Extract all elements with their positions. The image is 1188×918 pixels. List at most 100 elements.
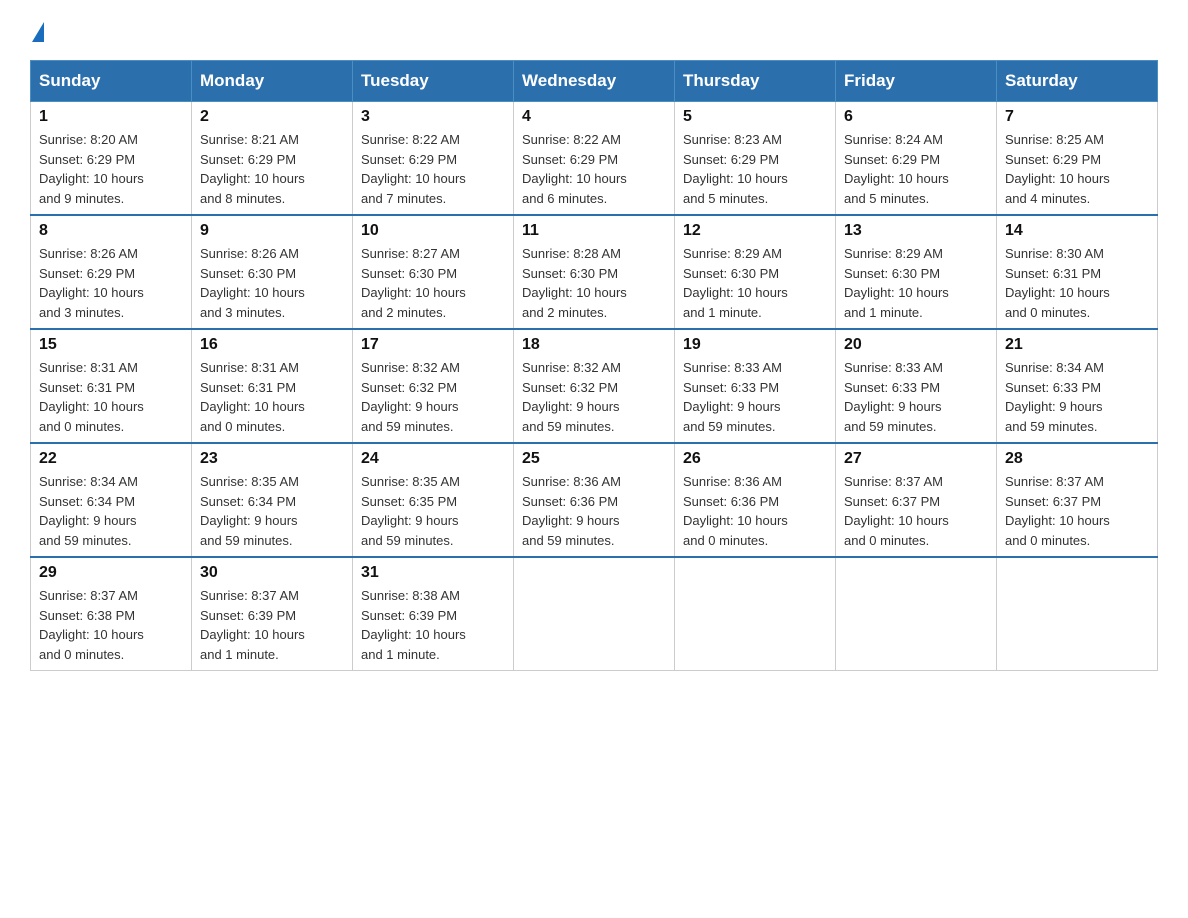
calendar-week-3: 15 Sunrise: 8:31 AMSunset: 6:31 PMDayligh… bbox=[31, 329, 1158, 443]
calendar-cell: 3 Sunrise: 8:22 AMSunset: 6:29 PMDaylight… bbox=[353, 102, 514, 216]
day-number: 3 bbox=[361, 108, 505, 126]
column-header-thursday: Thursday bbox=[675, 61, 836, 102]
day-info: Sunrise: 8:22 AMSunset: 6:29 PMDaylight:… bbox=[522, 130, 666, 208]
day-number: 6 bbox=[844, 108, 988, 126]
calendar-cell: 28 Sunrise: 8:37 AMSunset: 6:37 PMDayligh… bbox=[997, 443, 1158, 557]
day-number: 26 bbox=[683, 450, 827, 468]
calendar-cell: 13Sunrise: 8:29 AMSunset: 6:30 PMDayligh… bbox=[836, 215, 997, 329]
calendar-cell: 17 Sunrise: 8:32 AMSunset: 6:32 PMDayligh… bbox=[353, 329, 514, 443]
day-info: Sunrise: 8:37 AMSunset: 6:37 PMDaylight:… bbox=[844, 472, 988, 550]
day-number: 7 bbox=[1005, 108, 1149, 126]
day-number: 1 bbox=[39, 108, 183, 126]
day-info: Sunrise: 8:34 AMSunset: 6:34 PMDaylight:… bbox=[39, 472, 183, 550]
day-number: 21 bbox=[1005, 336, 1149, 354]
day-number: 15 bbox=[39, 336, 183, 354]
calendar-cell: 15 Sunrise: 8:31 AMSunset: 6:31 PMDayligh… bbox=[31, 329, 192, 443]
logo-triangle-icon bbox=[32, 22, 44, 42]
day-info: Sunrise: 8:26 AMSunset: 6:30 PMDaylight:… bbox=[200, 244, 344, 322]
day-number: 19 bbox=[683, 336, 827, 354]
day-info: Sunrise: 8:32 AMSunset: 6:32 PMDaylight:… bbox=[522, 358, 666, 436]
calendar-cell bbox=[514, 557, 675, 671]
day-info: Sunrise: 8:31 AMSunset: 6:31 PMDaylight:… bbox=[39, 358, 183, 436]
day-number: 10 bbox=[361, 222, 505, 240]
day-number: 28 bbox=[1005, 450, 1149, 468]
calendar-cell: 29Sunrise: 8:37 AMSunset: 6:38 PMDayligh… bbox=[31, 557, 192, 671]
day-number: 30 bbox=[200, 564, 344, 582]
day-info: Sunrise: 8:34 AMSunset: 6:33 PMDaylight:… bbox=[1005, 358, 1149, 436]
day-info: Sunrise: 8:23 AMSunset: 6:29 PMDaylight:… bbox=[683, 130, 827, 208]
day-number: 13 bbox=[844, 222, 988, 240]
day-number: 11 bbox=[522, 222, 666, 240]
calendar-cell: 23Sunrise: 8:35 AMSunset: 6:34 PMDayligh… bbox=[192, 443, 353, 557]
calendar-cell: 14Sunrise: 8:30 AMSunset: 6:31 PMDayligh… bbox=[997, 215, 1158, 329]
calendar-cell: 25 Sunrise: 8:36 AMSunset: 6:36 PMDayligh… bbox=[514, 443, 675, 557]
calendar-cell: 16Sunrise: 8:31 AMSunset: 6:31 PMDayligh… bbox=[192, 329, 353, 443]
column-header-wednesday: Wednesday bbox=[514, 61, 675, 102]
calendar-cell: 6 Sunrise: 8:24 AMSunset: 6:29 PMDaylight… bbox=[836, 102, 997, 216]
day-number: 12 bbox=[683, 222, 827, 240]
day-info: Sunrise: 8:36 AMSunset: 6:36 PMDaylight:… bbox=[683, 472, 827, 550]
calendar-cell: 31 Sunrise: 8:38 AMSunset: 6:39 PMDayligh… bbox=[353, 557, 514, 671]
day-info: Sunrise: 8:36 AMSunset: 6:36 PMDaylight:… bbox=[522, 472, 666, 550]
calendar-week-5: 29Sunrise: 8:37 AMSunset: 6:38 PMDayligh… bbox=[31, 557, 1158, 671]
calendar-cell: 19 Sunrise: 8:33 AMSunset: 6:33 PMDayligh… bbox=[675, 329, 836, 443]
day-number: 9 bbox=[200, 222, 344, 240]
day-number: 20 bbox=[844, 336, 988, 354]
day-info: Sunrise: 8:26 AMSunset: 6:29 PMDaylight:… bbox=[39, 244, 183, 322]
calendar-cell: 10 Sunrise: 8:27 AMSunset: 6:30 PMDayligh… bbox=[353, 215, 514, 329]
calendar-cell: 7Sunrise: 8:25 AMSunset: 6:29 PMDaylight… bbox=[997, 102, 1158, 216]
column-header-monday: Monday bbox=[192, 61, 353, 102]
day-info: Sunrise: 8:21 AMSunset: 6:29 PMDaylight:… bbox=[200, 130, 344, 208]
day-info: Sunrise: 8:35 AMSunset: 6:34 PMDaylight:… bbox=[200, 472, 344, 550]
calendar-cell: 27 Sunrise: 8:37 AMSunset: 6:37 PMDayligh… bbox=[836, 443, 997, 557]
calendar-cell bbox=[997, 557, 1158, 671]
calendar-cell: 22 Sunrise: 8:34 AMSunset: 6:34 PMDayligh… bbox=[31, 443, 192, 557]
day-number: 14 bbox=[1005, 222, 1149, 240]
page-header bbox=[30, 20, 1158, 40]
day-number: 4 bbox=[522, 108, 666, 126]
day-info: Sunrise: 8:37 AMSunset: 6:38 PMDaylight:… bbox=[39, 586, 183, 664]
column-header-friday: Friday bbox=[836, 61, 997, 102]
day-info: Sunrise: 8:33 AMSunset: 6:33 PMDaylight:… bbox=[683, 358, 827, 436]
calendar-cell: 2 Sunrise: 8:21 AMSunset: 6:29 PMDaylight… bbox=[192, 102, 353, 216]
column-header-tuesday: Tuesday bbox=[353, 61, 514, 102]
calendar-cell: 11Sunrise: 8:28 AMSunset: 6:30 PMDayligh… bbox=[514, 215, 675, 329]
day-number: 17 bbox=[361, 336, 505, 354]
calendar-cell: 30 Sunrise: 8:37 AMSunset: 6:39 PMDayligh… bbox=[192, 557, 353, 671]
day-number: 2 bbox=[200, 108, 344, 126]
day-info: Sunrise: 8:33 AMSunset: 6:33 PMDaylight:… bbox=[844, 358, 988, 436]
logo bbox=[30, 20, 44, 40]
day-number: 31 bbox=[361, 564, 505, 582]
calendar-cell: 5Sunrise: 8:23 AMSunset: 6:29 PMDaylight… bbox=[675, 102, 836, 216]
calendar-cell: 20 Sunrise: 8:33 AMSunset: 6:33 PMDayligh… bbox=[836, 329, 997, 443]
column-header-sunday: Sunday bbox=[31, 61, 192, 102]
column-header-saturday: Saturday bbox=[997, 61, 1158, 102]
calendar-cell bbox=[836, 557, 997, 671]
calendar-cell: 24 Sunrise: 8:35 AMSunset: 6:35 PMDayligh… bbox=[353, 443, 514, 557]
calendar-cell: 8 Sunrise: 8:26 AMSunset: 6:29 PMDaylight… bbox=[31, 215, 192, 329]
day-info: Sunrise: 8:24 AMSunset: 6:29 PMDaylight:… bbox=[844, 130, 988, 208]
day-info: Sunrise: 8:20 AMSunset: 6:29 PMDaylight:… bbox=[39, 130, 183, 208]
day-number: 22 bbox=[39, 450, 183, 468]
day-number: 24 bbox=[361, 450, 505, 468]
calendar-header-row: SundayMondayTuesdayWednesdayThursdayFrid… bbox=[31, 61, 1158, 102]
day-info: Sunrise: 8:22 AMSunset: 6:29 PMDaylight:… bbox=[361, 130, 505, 208]
day-info: Sunrise: 8:32 AMSunset: 6:32 PMDaylight:… bbox=[361, 358, 505, 436]
calendar-cell: 12 Sunrise: 8:29 AMSunset: 6:30 PMDayligh… bbox=[675, 215, 836, 329]
calendar-cell bbox=[675, 557, 836, 671]
day-number: 16 bbox=[200, 336, 344, 354]
day-info: Sunrise: 8:37 AMSunset: 6:39 PMDaylight:… bbox=[200, 586, 344, 664]
day-info: Sunrise: 8:37 AMSunset: 6:37 PMDaylight:… bbox=[1005, 472, 1149, 550]
calendar-week-2: 8 Sunrise: 8:26 AMSunset: 6:29 PMDaylight… bbox=[31, 215, 1158, 329]
calendar-cell: 18 Sunrise: 8:32 AMSunset: 6:32 PMDayligh… bbox=[514, 329, 675, 443]
day-number: 18 bbox=[522, 336, 666, 354]
day-number: 25 bbox=[522, 450, 666, 468]
day-info: Sunrise: 8:38 AMSunset: 6:39 PMDaylight:… bbox=[361, 586, 505, 664]
day-info: Sunrise: 8:27 AMSunset: 6:30 PMDaylight:… bbox=[361, 244, 505, 322]
day-info: Sunrise: 8:29 AMSunset: 6:30 PMDaylight:… bbox=[683, 244, 827, 322]
day-number: 8 bbox=[39, 222, 183, 240]
day-number: 27 bbox=[844, 450, 988, 468]
calendar-week-4: 22 Sunrise: 8:34 AMSunset: 6:34 PMDayligh… bbox=[31, 443, 1158, 557]
day-info: Sunrise: 8:35 AMSunset: 6:35 PMDaylight:… bbox=[361, 472, 505, 550]
calendar-cell: 21 Sunrise: 8:34 AMSunset: 6:33 PMDayligh… bbox=[997, 329, 1158, 443]
